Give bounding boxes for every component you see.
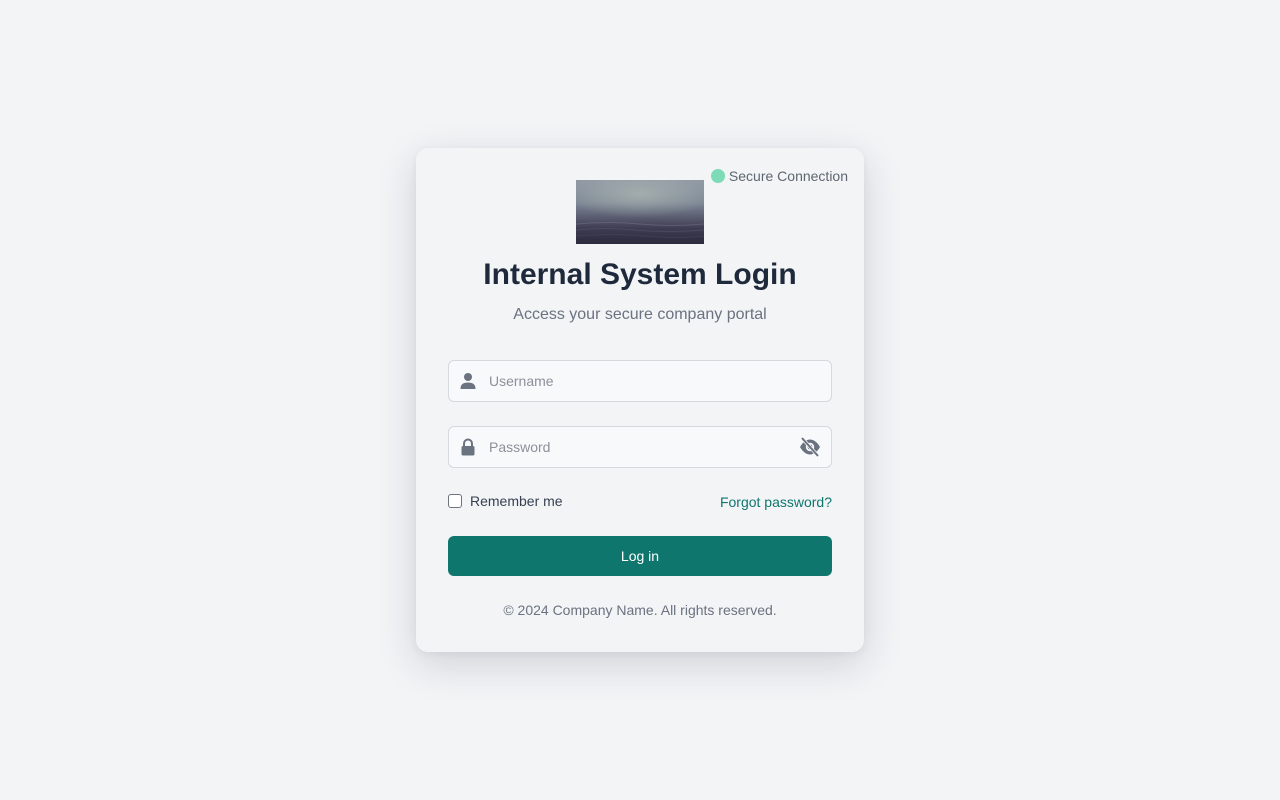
password-input[interactable] <box>489 427 789 467</box>
lock-icon <box>461 438 475 456</box>
login-button[interactable]: Log in <box>448 536 832 576</box>
page-title: Internal System Login <box>483 258 797 291</box>
page-subtitle: Access your secure company portal <box>513 306 767 323</box>
remember-me-label: Remember me <box>470 493 563 509</box>
remember-me-checkbox[interactable] <box>448 494 462 508</box>
logo-image <box>576 180 704 244</box>
login-card: Secure Connection Internal System Login … <box>416 148 864 652</box>
status-dot-icon <box>710 169 725 183</box>
username-input[interactable] <box>489 361 789 401</box>
password-field[interactable] <box>448 426 832 468</box>
remember-me[interactable]: Remember me <box>448 493 563 509</box>
forgot-password-link[interactable]: Forgot password? <box>720 494 832 510</box>
username-field[interactable] <box>448 360 832 402</box>
secure-connection-badge: Secure Connection <box>710 168 848 184</box>
user-icon <box>460 373 476 389</box>
copyright-footer: © 2024 Company Name. All rights reserved… <box>503 602 777 618</box>
eye-off-icon[interactable] <box>798 436 822 458</box>
secure-connection-label: Secure Connection <box>728 168 848 184</box>
